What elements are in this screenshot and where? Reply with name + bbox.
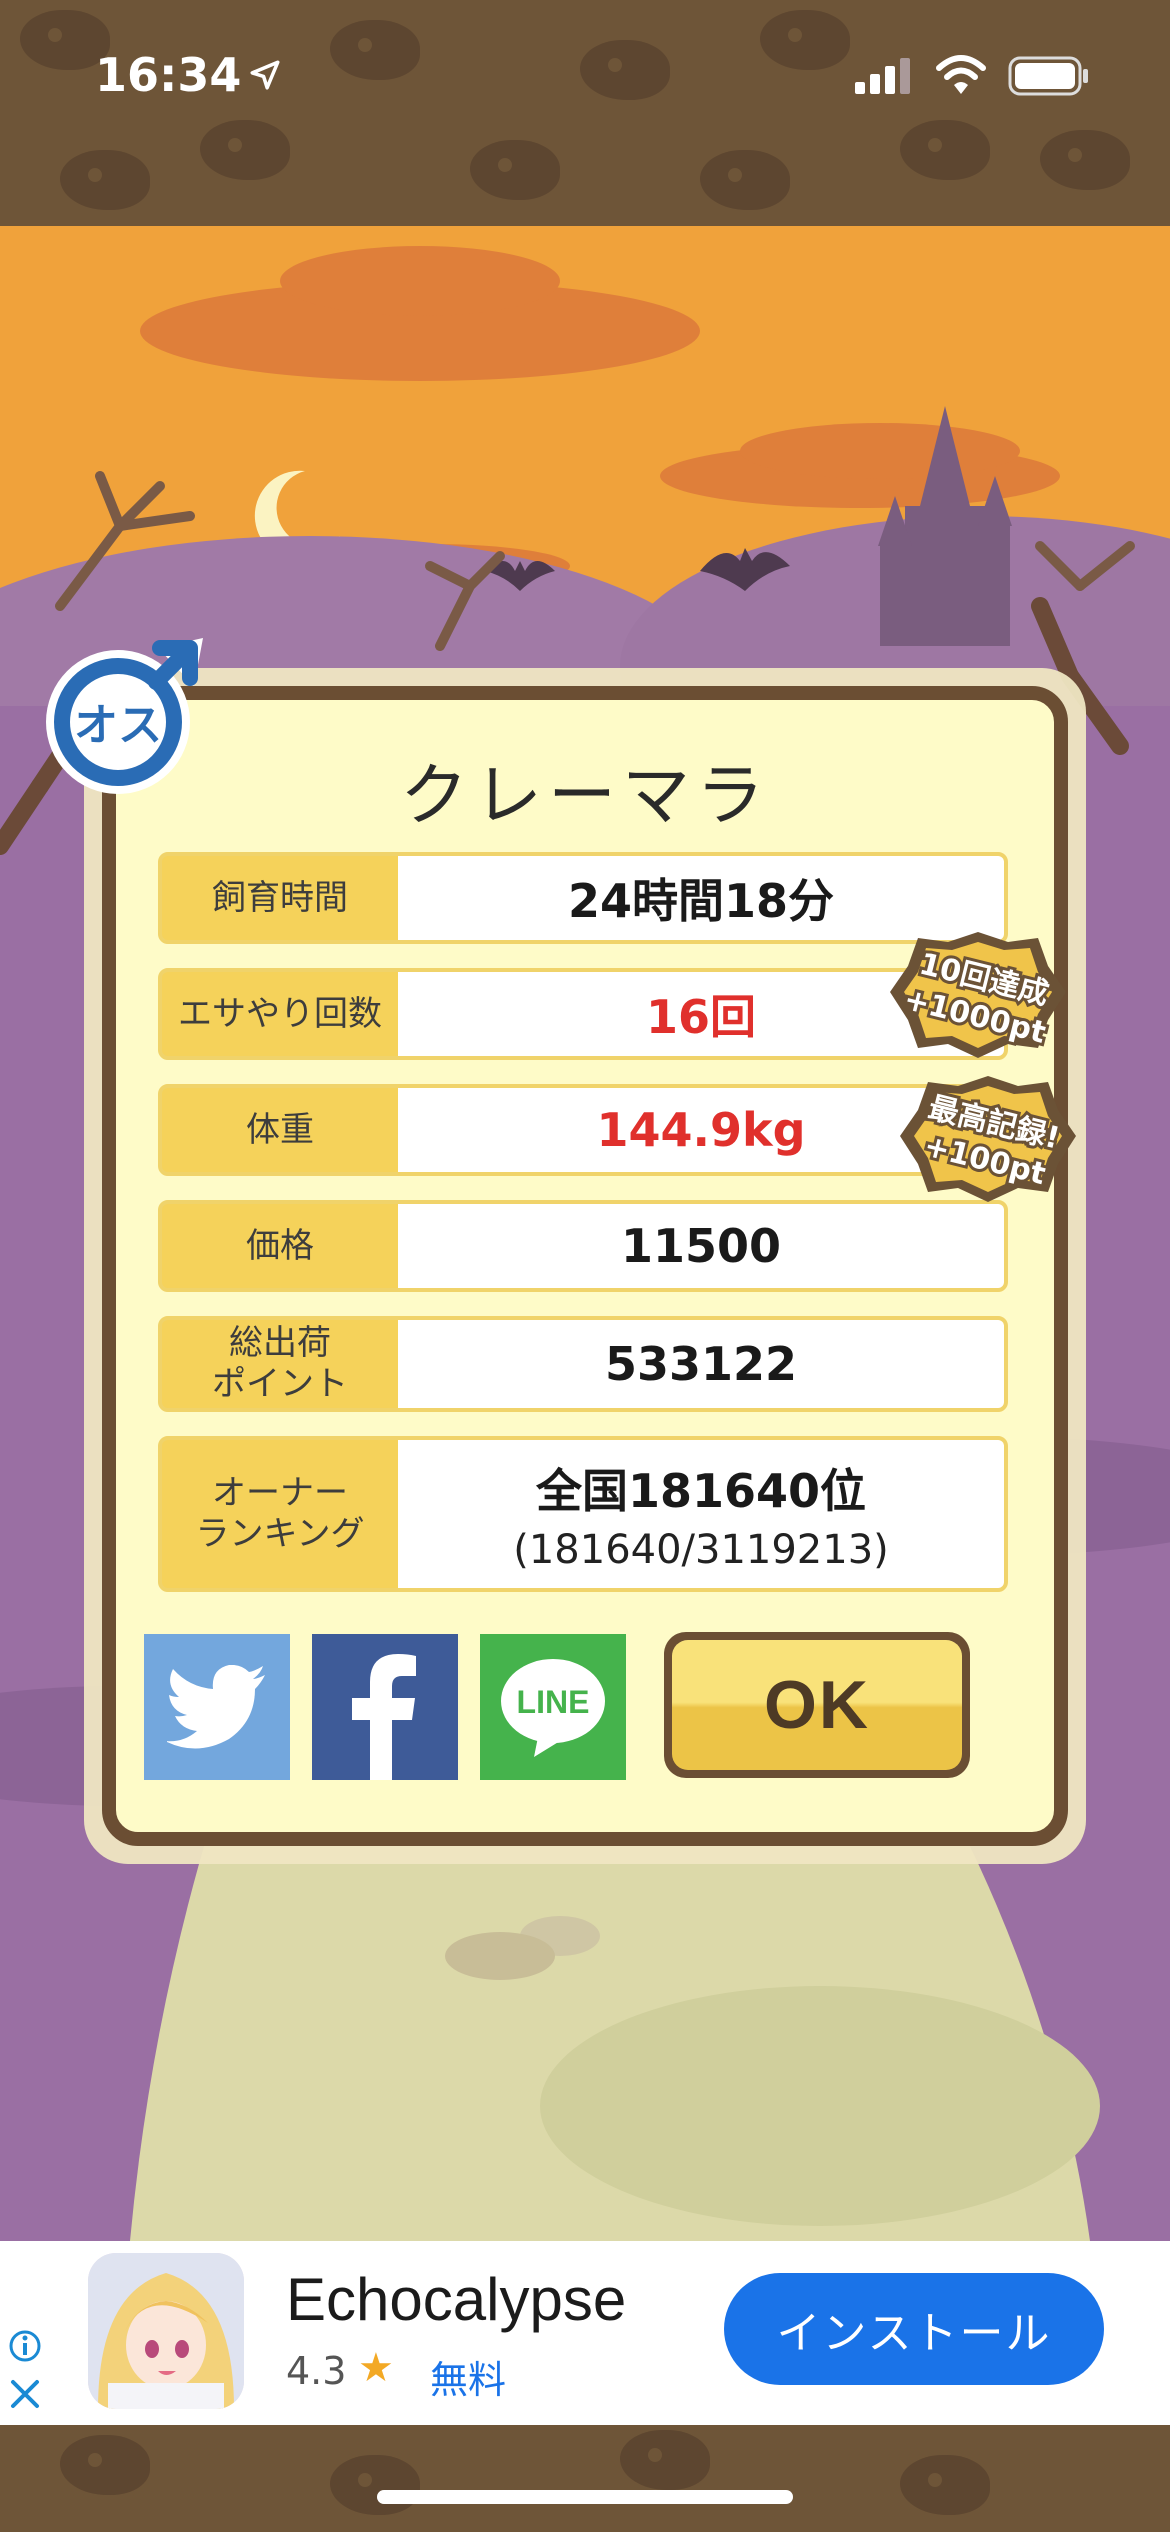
background-pattern bbox=[1040, 130, 1130, 190]
facebook-f-icon bbox=[352, 1654, 416, 1780]
background-pattern bbox=[620, 2430, 710, 2490]
install-button[interactable]: インストール bbox=[724, 2273, 1104, 2385]
stat-label: 体重 bbox=[246, 1109, 314, 1150]
line-share-button[interactable]: LINE bbox=[480, 1634, 626, 1780]
facebook-share-button[interactable] bbox=[312, 1634, 458, 1780]
background-pattern bbox=[330, 2455, 420, 2515]
location-arrow-icon bbox=[250, 60, 280, 90]
star-icon: ★ bbox=[358, 2345, 394, 2391]
background-pattern bbox=[700, 150, 790, 210]
background-pattern bbox=[580, 40, 670, 100]
ad-rating: 4.3 bbox=[286, 2349, 347, 2393]
stat-label: オーナー ランキング bbox=[195, 1473, 365, 1554]
line-bubble-icon: LINE bbox=[501, 1659, 605, 1757]
background-pattern bbox=[60, 150, 150, 210]
home-indicator[interactable] bbox=[377, 2490, 793, 2504]
stat-label: 総出荷 ポイント bbox=[212, 1323, 348, 1404]
stat-row-total-points: 総出荷 ポイント 533122 bbox=[158, 1316, 1008, 1412]
stat-value: 11500 bbox=[398, 1204, 1004, 1288]
status-time: 16:34 bbox=[95, 48, 242, 102]
background-pattern bbox=[900, 2455, 990, 2515]
background-pattern bbox=[330, 20, 420, 80]
male-badge: オス bbox=[46, 638, 203, 794]
ad-app-icon[interactable] bbox=[88, 2253, 244, 2409]
stat-value: 24時間18分 bbox=[398, 856, 1004, 940]
ok-button[interactable]: OK bbox=[664, 1632, 970, 1778]
status-bar: 16:34 bbox=[0, 0, 1170, 226]
bonus-badge-weight: 最高記録! +100pt bbox=[900, 1076, 1076, 1202]
twitter-bird-icon bbox=[167, 1665, 265, 1749]
result-dialog: クレーマラ 飼育時間 24時間18分 エサやり回数 16回 体重 144.9kg… bbox=[102, 686, 1068, 1846]
ad-banner[interactable]: Echocalypse 4.3 ★ 無料 インストール bbox=[0, 2241, 1170, 2425]
stat-label: 飼育時間 bbox=[212, 877, 348, 918]
background-pattern bbox=[760, 10, 850, 70]
line-text: LINE bbox=[517, 1684, 590, 1720]
battery-icon bbox=[1008, 56, 1088, 96]
background-pattern bbox=[900, 120, 990, 180]
stat-row-breeding-time: 飼育時間 24時間18分 bbox=[158, 852, 1008, 944]
bonus-badge-feed: 10回達成 +1000pt bbox=[890, 932, 1066, 1058]
stat-value: 全国181640位 (181640/3119213) bbox=[398, 1440, 1004, 1588]
stat-label: エサやり回数 bbox=[178, 993, 382, 1034]
pet-name: クレーマラ bbox=[399, 757, 770, 836]
ranking-value: 全国181640位 bbox=[535, 1464, 867, 1518]
background-pattern bbox=[470, 140, 560, 200]
stat-row-owner-ranking: オーナー ランキング 全国181640位 (181640/3119213) bbox=[158, 1436, 1008, 1592]
ad-close-icon[interactable] bbox=[8, 2377, 42, 2411]
stat-label: 価格 bbox=[246, 1225, 314, 1266]
twitter-share-button[interactable] bbox=[144, 1634, 290, 1780]
bottom-background bbox=[0, 2425, 1170, 2532]
ad-app-name[interactable]: Echocalypse bbox=[286, 2265, 626, 2334]
stat-row-price: 価格 11500 bbox=[158, 1200, 1008, 1292]
ad-info-icon[interactable] bbox=[8, 2329, 42, 2363]
ok-button-label: OK bbox=[672, 1640, 962, 1770]
gender-label: オス bbox=[74, 700, 162, 751]
ad-price: 無料 bbox=[430, 2358, 507, 2402]
wifi-icon bbox=[936, 55, 986, 94]
stat-row-weight: 体重 144.9kg bbox=[158, 1084, 1008, 1176]
stat-value: 533122 bbox=[398, 1320, 1004, 1408]
signal-icon bbox=[855, 58, 910, 94]
anime-character-image bbox=[88, 2253, 244, 2409]
background-pattern bbox=[200, 120, 290, 180]
stat-row-feed-count: エサやり回数 16回 bbox=[158, 968, 1008, 1060]
ranking-detail: (181640/3119213) bbox=[513, 1527, 889, 1573]
background-pattern bbox=[60, 2435, 150, 2495]
